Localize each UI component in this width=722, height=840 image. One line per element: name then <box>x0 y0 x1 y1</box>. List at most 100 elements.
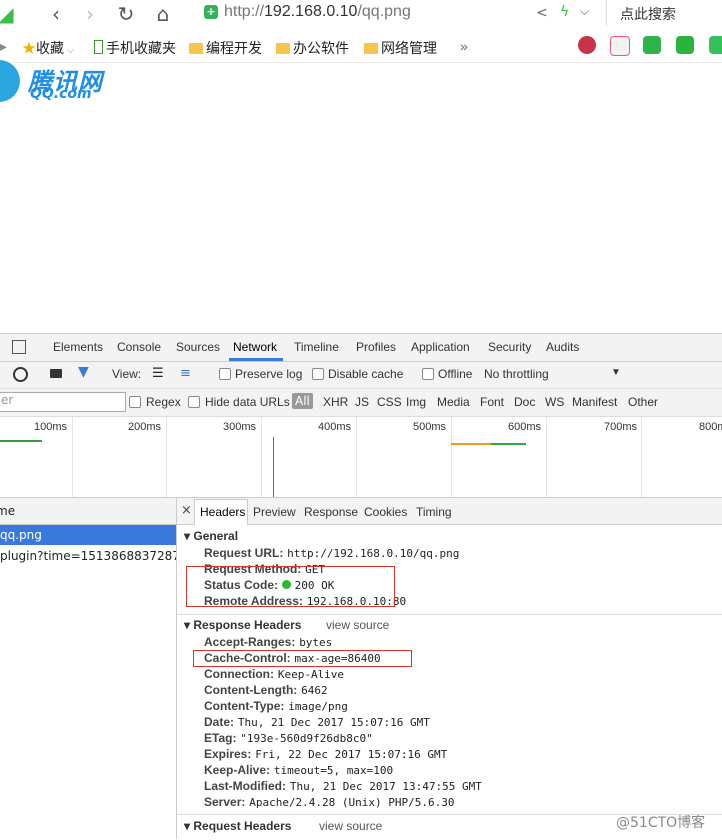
timeline-label: 700ms <box>604 421 638 433</box>
back-icon[interactable]: ‹ <box>44 3 68 25</box>
triangle-down-icon: ▾ <box>184 618 191 632</box>
disable-cache-checkbox[interactable] <box>312 368 324 380</box>
active-tab-indicator <box>229 358 283 361</box>
folder-icon <box>276 43 290 54</box>
lightning-icon[interactable]: ϟ <box>560 4 569 20</box>
dropdown-arrow-icon[interactable]: ▼ <box>611 367 621 378</box>
reload-icon[interactable]: ↻ <box>114 3 138 25</box>
extension-icon[interactable] <box>709 36 722 54</box>
bookmarks-more-button[interactable]: » <box>460 38 468 54</box>
filter-type-all[interactable]: All <box>292 393 313 409</box>
timeline-bar <box>451 443 491 445</box>
response-headers-section-header[interactable]: ▾ Response Headers <box>184 618 301 632</box>
header-key: Request URL: <box>204 546 284 560</box>
phone-icon <box>94 40 103 54</box>
plus-extension-icon[interactable] <box>610 36 630 56</box>
tab-security[interactable]: Security <box>488 340 531 354</box>
share-icon[interactable]: < <box>536 5 548 21</box>
filter-input[interactable]: er <box>0 392 126 412</box>
view-source-link[interactable]: view source <box>319 819 382 833</box>
chevron-down-icon: ⌵ <box>64 45 75 56</box>
header-value: timeout=5, max=100 <box>273 764 394 777</box>
tab-elements[interactable]: Elements <box>53 340 103 354</box>
tab-preview[interactable]: Preview <box>253 505 296 519</box>
triangle-down-icon: ▾ <box>184 819 191 833</box>
book-extension-icon[interactable] <box>643 36 661 54</box>
tab-console[interactable]: Console <box>117 340 161 354</box>
disable-cache-label: Disable cache <box>328 367 404 381</box>
throttling-select[interactable]: No throttling <box>484 367 549 381</box>
filter-type-css[interactable]: CSS <box>377 395 402 409</box>
section-title: Response Headers <box>193 618 302 632</box>
filter-type-manifest[interactable]: Manifest <box>572 395 617 409</box>
filter-type-other[interactable]: Other <box>628 395 658 409</box>
timeline-gridline <box>166 417 167 497</box>
name-column-header[interactable]: me <box>0 504 15 518</box>
header-value: image/png <box>288 700 348 713</box>
filter-type-doc[interactable]: Doc <box>514 395 535 409</box>
camera-icon[interactable] <box>50 369 62 378</box>
filter-type-font[interactable]: Font <box>480 395 504 409</box>
wechat-extension-icon[interactable] <box>676 36 694 54</box>
tab-cookies[interactable]: Cookies <box>364 505 407 519</box>
bookmark-label: 办公软件 <box>293 40 349 56</box>
view-source-link[interactable]: view source <box>326 618 389 632</box>
tab-application[interactable]: Application <box>411 340 470 354</box>
home-icon[interactable]: ⌂ <box>151 3 175 25</box>
header-key: ETag: <box>204 731 237 745</box>
general-section-header[interactable]: ▾ General <box>184 529 238 543</box>
bookmark-favorites[interactable]: ★收藏 ⌵ <box>22 38 74 58</box>
url-text[interactable]: http://192.168.0.10/qq.png <box>224 3 411 21</box>
general-request-url: Request URL: http://192.168.0.10/qq.png <box>204 546 459 560</box>
logo-subtext: QQ.com <box>30 86 92 102</box>
folder-icon <box>189 43 203 54</box>
preserve-log-checkbox[interactable] <box>219 368 231 380</box>
bookmark-mobile[interactable]: 手机收藏夹 <box>94 38 176 58</box>
list-view-icon[interactable]: ☰ <box>152 366 164 381</box>
tab-timing[interactable]: Timing <box>416 505 452 519</box>
filter-icon[interactable]: ▼ <box>78 364 89 380</box>
bookmark-folder-programming[interactable]: 编程开发 <box>189 38 262 58</box>
clear-icon[interactable] <box>13 367 28 382</box>
regex-checkbox[interactable] <box>129 396 141 408</box>
hide-data-urls-checkbox[interactable] <box>188 396 200 408</box>
tab-sources[interactable]: Sources <box>176 340 220 354</box>
request-row[interactable]: plugin?time=1513868837287&... <box>0 549 176 563</box>
response-header-row: Date: Thu, 21 Dec 2017 15:07:16 GMT <box>204 715 430 729</box>
tab-headers[interactable]: Headers <box>200 505 245 519</box>
hide-data-urls-label: Hide data URLs <box>205 395 290 409</box>
bookmark-folder-office[interactable]: 办公软件 <box>276 38 349 58</box>
response-header-row: ETag: "193e-560d9f26db8c0" <box>204 731 373 745</box>
header-key: Keep-Alive: <box>204 763 271 777</box>
dock-icon[interactable] <box>12 340 26 354</box>
timeline-gridline <box>261 417 262 497</box>
tab-timeline[interactable]: Timeline <box>294 340 339 354</box>
close-icon[interactable]: × <box>181 503 192 518</box>
forward-icon[interactable]: › <box>78 3 102 25</box>
filter-type-xhr[interactable]: XHR <box>323 395 348 409</box>
tab-response[interactable]: Response <box>304 505 358 519</box>
request-headers-section-header[interactable]: ▾ Request Headers <box>184 819 291 833</box>
filter-type-ws[interactable]: WS <box>545 395 564 409</box>
tab-profiles[interactable]: Profiles <box>356 340 396 354</box>
offline-label: Offline <box>438 367 473 381</box>
request-name[interactable]: qq.png <box>0 528 42 542</box>
search-placeholder[interactable]: 点此搜索 <box>620 4 676 24</box>
shield-extension-icon[interactable] <box>578 36 596 54</box>
waterfall-view-icon[interactable]: ≡ <box>180 366 191 381</box>
filter-type-img[interactable]: Img <box>406 395 426 409</box>
header-key: Date: <box>204 715 235 729</box>
tab-audits[interactable]: Audits <box>546 340 579 354</box>
bookmark-folder-network[interactable]: 网络管理 <box>364 38 437 58</box>
filter-type-media[interactable]: Media <box>437 395 470 409</box>
tab-network[interactable]: Network <box>233 340 277 354</box>
filter-type-js[interactable]: JS <box>355 395 369 409</box>
section-divider <box>177 614 722 615</box>
offline-checkbox[interactable] <box>422 368 434 380</box>
triangle-down-icon: ▾ <box>184 529 191 543</box>
response-header-row: Connection: Keep-Alive <box>204 667 344 681</box>
timeline-label: 400ms <box>318 421 352 433</box>
header-value: 6462 <box>301 684 328 697</box>
chevron-down-icon[interactable]: ⌵ <box>580 4 589 19</box>
response-header-row: Last-Modified: Thu, 21 Dec 2017 13:47:55… <box>204 779 482 793</box>
